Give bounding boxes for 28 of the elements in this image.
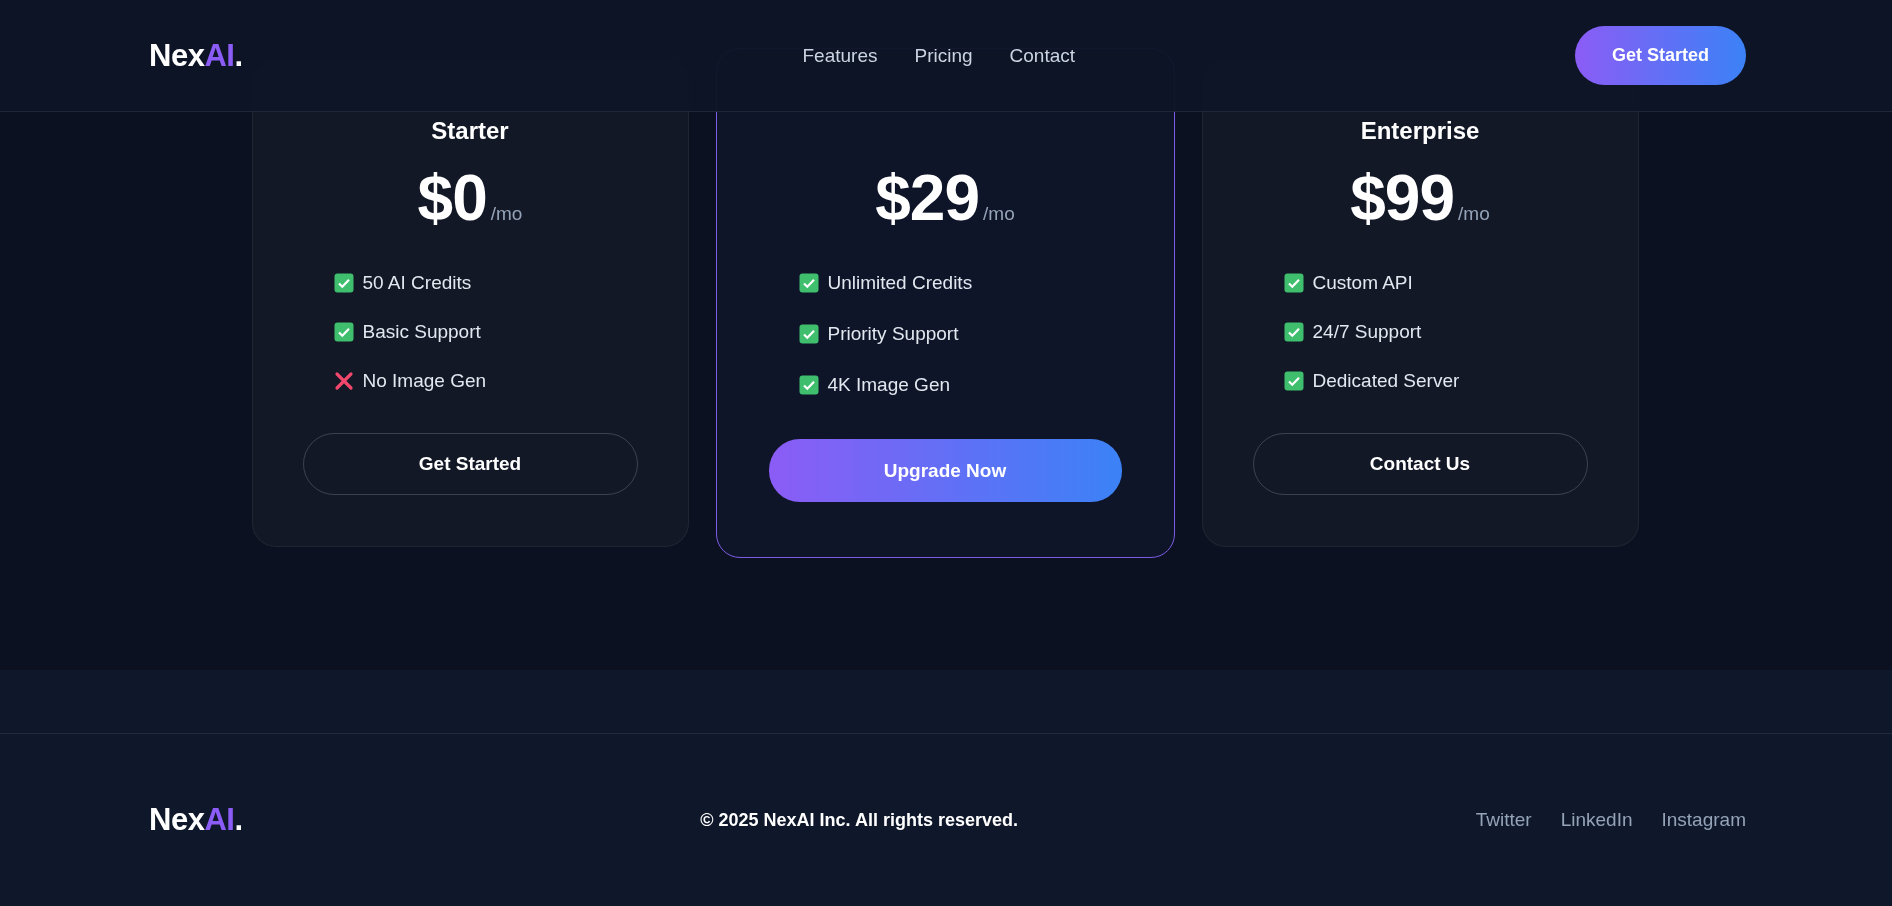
copyright-text: © 2025 NexAI Inc. All rights reserved. [700, 809, 1018, 831]
footer-link[interactable]: Instagram [1661, 809, 1746, 831]
plan-title: Enterprise [1360, 117, 1480, 145]
nav-link[interactable]: Contact [1009, 44, 1075, 67]
footer-link[interactable]: Twitter [1475, 809, 1532, 831]
feature-text: Priority Support [827, 323, 959, 345]
feature-text: 24/7 Support [1312, 321, 1422, 343]
price-amount: $29 [875, 161, 980, 235]
feature-text: Unlimited Credits [827, 272, 973, 294]
plan-title: Starter [431, 117, 509, 145]
feature-text: 50 AI Credits [362, 272, 472, 294]
upgrade-button[interactable]: Upgrade Now [768, 439, 1122, 502]
price-amount: $99 [1350, 161, 1455, 235]
nav-link[interactable]: Pricing [914, 44, 973, 67]
get-started-button[interactable]: Get Started [1575, 26, 1746, 85]
price-period: /mo [1458, 203, 1490, 225]
feature-text: Basic Support [362, 321, 481, 343]
footer-link[interactable]: LinkedIn [1560, 809, 1633, 831]
nav-link[interactable]: Features [802, 44, 878, 67]
feature-text: No Image Gen [362, 370, 487, 392]
feature-text: 4K Image Gen [827, 374, 951, 396]
logo[interactable]: NexAI. [149, 802, 243, 838]
logo[interactable]: NexAI. [149, 37, 243, 74]
price-amount: $0 [417, 161, 487, 235]
feature-text: Custom API [1312, 272, 1413, 294]
price-period: /mo [983, 203, 1015, 225]
feature-text: Dedicated Server [1312, 370, 1460, 392]
price-period: /mo [490, 203, 523, 225]
